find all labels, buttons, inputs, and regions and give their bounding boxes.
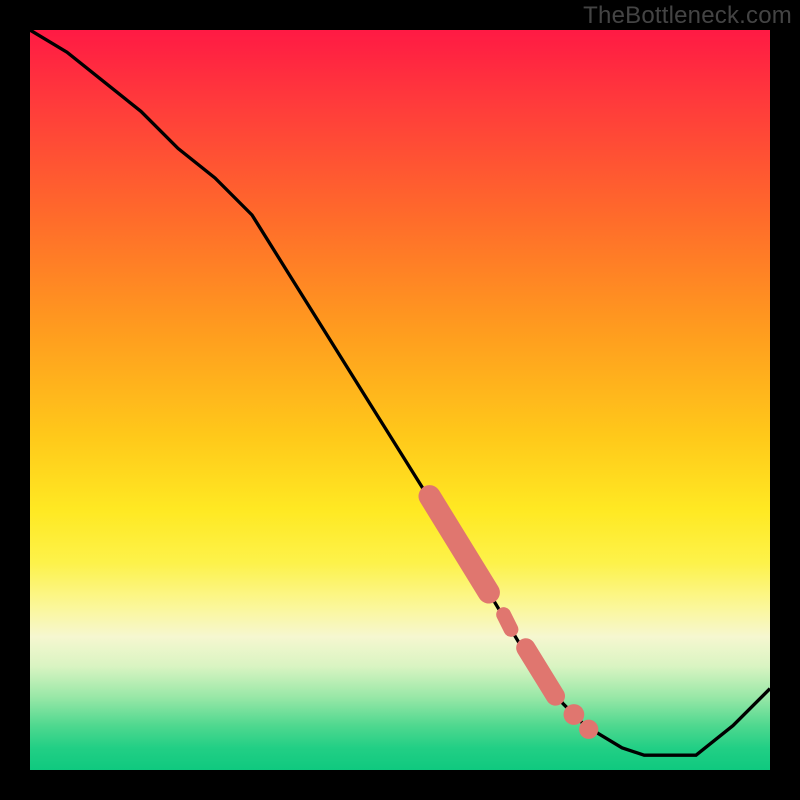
chart-plot-area: [30, 30, 770, 770]
chart-marker-segment: [526, 648, 556, 696]
chart-marker-segment: [430, 496, 489, 592]
chart-markers: [430, 496, 599, 739]
chart-svg: [30, 30, 770, 770]
chart-marker-dot: [564, 704, 585, 725]
watermark-text: TheBottleneck.com: [583, 2, 792, 30]
chart-marker-segment: [504, 615, 511, 630]
chart-curve: [30, 30, 770, 755]
chart-marker-dot: [579, 720, 598, 739]
